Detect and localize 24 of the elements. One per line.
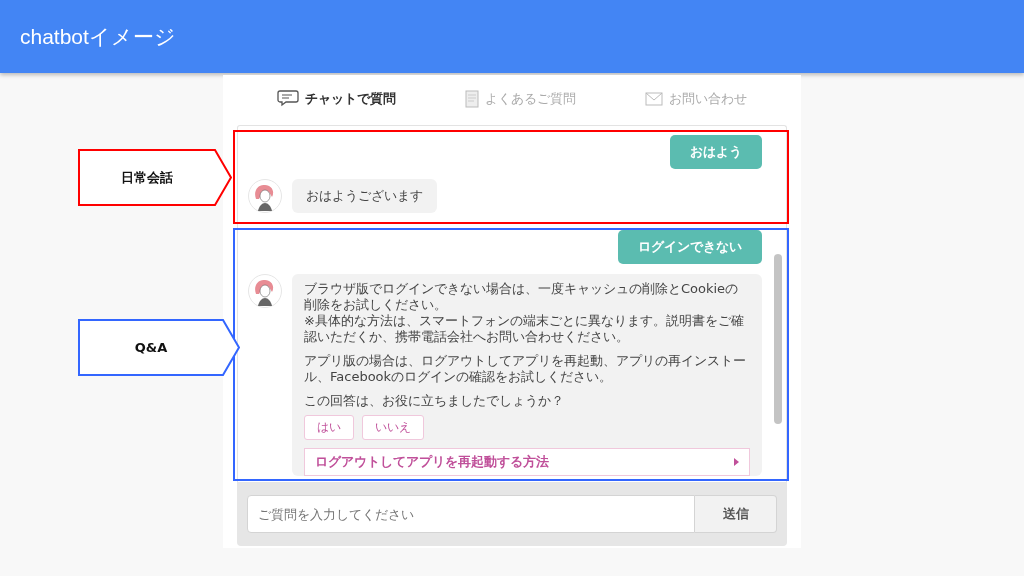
chat-bubble-icon (277, 90, 300, 108)
answer-button[interactable]: いいえ (362, 415, 424, 440)
message-text: アプリ版の場合は、ログアウトしてアプリを再起動、アプリの再インストール、Facebookのログインの確認をお試しください。 (304, 353, 747, 385)
related-link[interactable]: ログアウトしてアプリを再起動する方法 (304, 448, 750, 476)
send-button[interactable]: 送信 (695, 495, 777, 533)
message-text: おはようございます (306, 188, 423, 204)
document-icon (465, 90, 479, 108)
tab[interactable]: お問い合わせ (644, 90, 747, 108)
slide-title: chatbotイメージ (20, 23, 176, 50)
callout-label: 日常会話 (78, 149, 232, 206)
avatar-icon (248, 274, 282, 308)
callout-label: Q&A (78, 319, 240, 376)
message-text: ブラウザ版でログインできない場合は、一度キャッシュの削除とCookieの削除をお試しください。 ※具体的な方法は、スマートフォンの端末ごとに異なります。説明書をご確認いただくか、携帯電話会社へお問い合わせください。 (304, 281, 745, 345)
caret-icon (734, 458, 739, 466)
message-text: この回答は、お役に立ちましたでしょうか？ (304, 393, 565, 409)
tab[interactable]: よくあるご質問 (465, 90, 576, 108)
avatar-icon (248, 179, 282, 213)
scrollbar[interactable] (774, 254, 782, 424)
user-message-bubble: ログインできない (618, 230, 762, 264)
tab[interactable]: チャットで質問 (277, 90, 397, 108)
envelope-icon (644, 92, 663, 106)
user-message-bubble: おはよう (670, 135, 762, 169)
question-input-field[interactable]: ご質問を入力してください (247, 495, 695, 533)
answer-button[interactable]: はい (304, 415, 354, 440)
